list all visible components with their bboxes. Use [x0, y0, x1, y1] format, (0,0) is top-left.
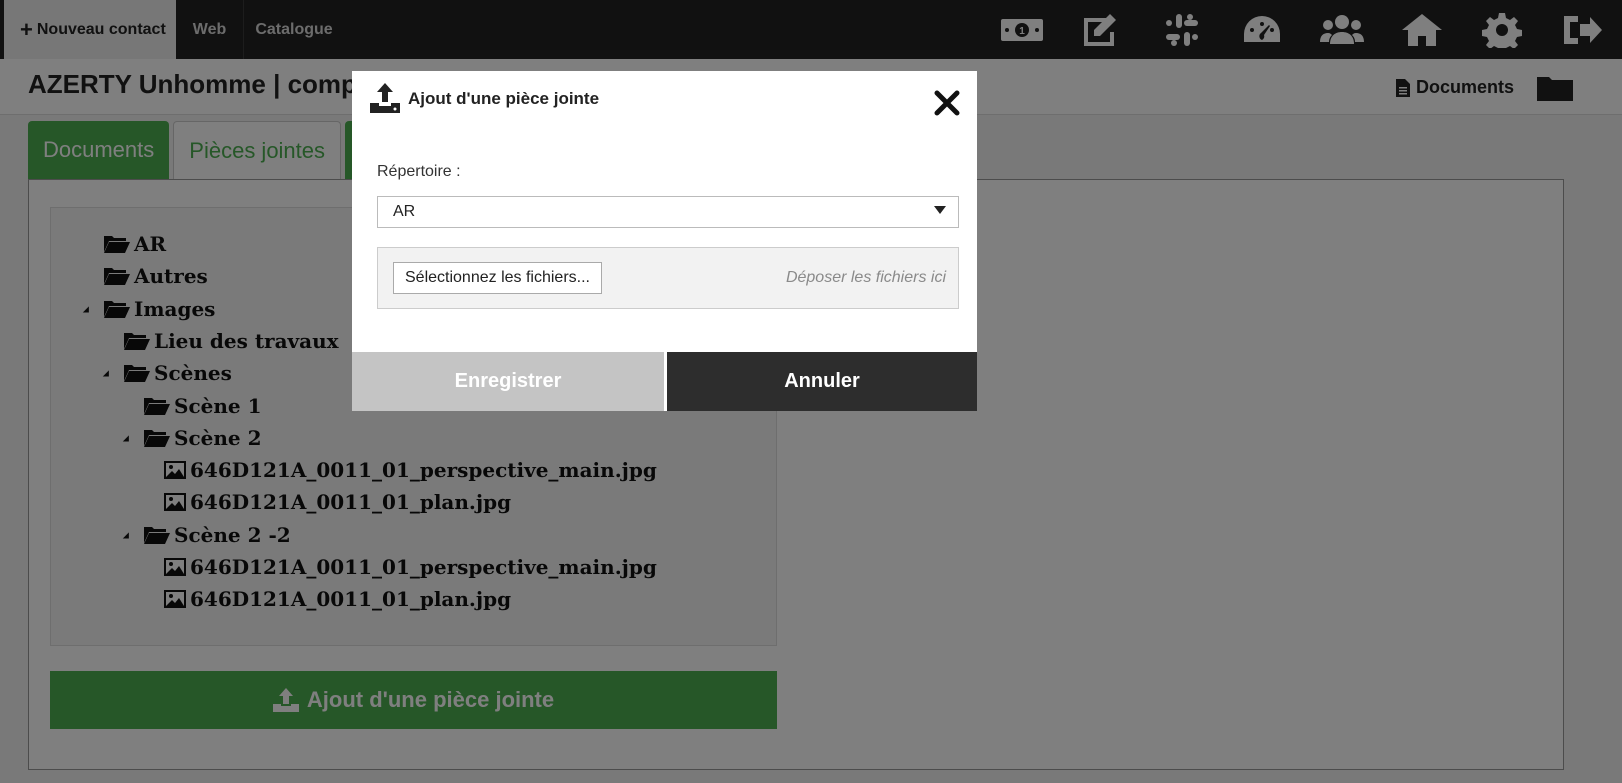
file-dropzone[interactable]: Sélectionnez les fichiers... Déposer les… [377, 247, 959, 309]
select-files-button[interactable]: Sélectionnez les fichiers... [393, 262, 602, 294]
save-button[interactable]: Enregistrer [352, 352, 664, 411]
directory-select[interactable]: AR [377, 196, 959, 228]
directory-label: Répertoire : [377, 163, 461, 180]
drop-hint: Déposer les fichiers ici [785, 269, 946, 286]
modal-title: Ajout d'une pièce jointe [408, 89, 600, 108]
chevron-down-icon [934, 206, 946, 214]
upload-icon [370, 83, 400, 118]
close-icon[interactable] [933, 89, 961, 117]
directory-value: AR [393, 203, 416, 220]
add-attachment-modal: Ajout d'une pièce jointe Répertoire : AR… [352, 71, 977, 411]
cancel-button[interactable]: Annuler [667, 352, 977, 411]
